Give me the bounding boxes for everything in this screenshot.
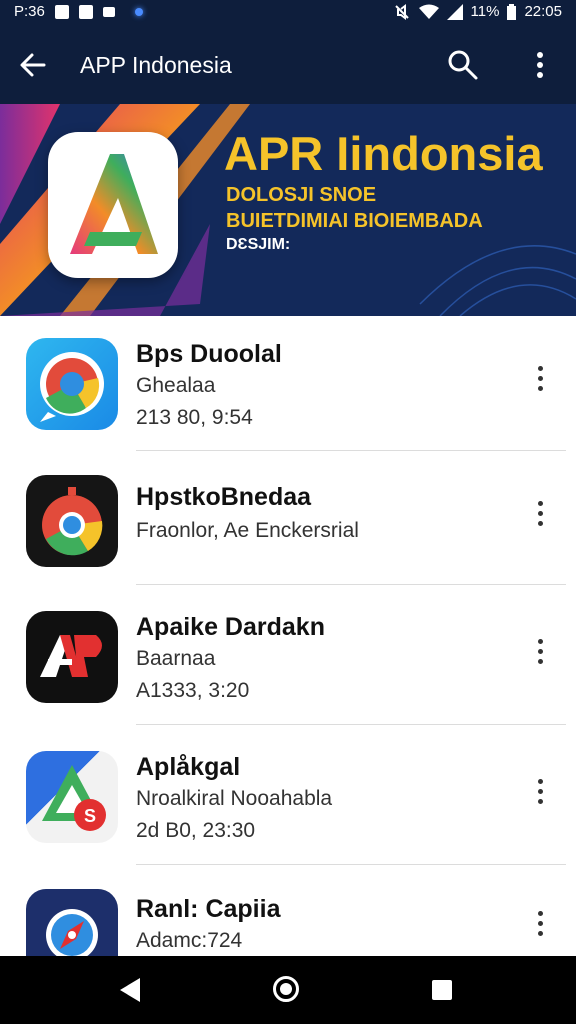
search-icon[interactable]: [446, 48, 480, 82]
drive-like-app-icon: S: [26, 751, 118, 843]
wifi-icon: [418, 4, 439, 19]
promo-banner[interactable]: APR Iindonsia DOLOSJI SNOE BUIETDIMIAI B…: [0, 104, 576, 316]
app-name: Aplåkgal: [136, 753, 241, 781]
chrome-app-icon: [26, 475, 118, 567]
list-item[interactable]: Apaike Dardakn Baarnaa A1333, 3:20: [0, 585, 576, 725]
app-name: Ranl: Capiia: [136, 895, 281, 923]
item-overflow-menu-icon[interactable]: [534, 777, 546, 807]
nav-home-icon[interactable]: [273, 976, 299, 1002]
app-subtitle: Fraonlor, Ae Enckersrial: [136, 519, 359, 542]
list-item[interactable]: S Aplåkgal Nroalkiral Nooahabla 2d B0, 2…: [0, 725, 576, 865]
app-subtitle: Nroalkiral Nooahabla: [136, 787, 333, 810]
ap-logo-app-icon: [26, 611, 118, 703]
app-name: Bps Duoolal: [136, 340, 282, 368]
list-item[interactable]: HpstkoBnedaa Fraonlor, Ae Enckersrial: [0, 451, 576, 585]
app-name: Apaike Dardakn: [136, 613, 325, 641]
app-meta: 213 80, 9:54: [136, 406, 253, 429]
app-name: HpstkoBnedaa: [136, 483, 312, 511]
notification-icon-2: [78, 4, 93, 19]
status-carrier-text: P:36: [14, 3, 45, 20]
page-title: APP Indonesia: [80, 52, 232, 78]
status-right: 11% 22:05: [393, 3, 562, 20]
app-meta: A1333, 3:20: [136, 679, 250, 702]
signal-icon: [446, 3, 463, 20]
banner-subtitle-2: BUIETDIMIAI BIOIEMBADA: [226, 210, 483, 232]
back-arrow-icon[interactable]: [16, 48, 50, 82]
banner-subtitle-3: DƐSJIM:: [226, 236, 291, 253]
app-logo-a-icon: [70, 154, 158, 254]
status-bar: P:36 11% 22:05: [0, 0, 576, 24]
list-item[interactable]: Ranl: Capiia Adamc:724: [0, 865, 576, 981]
mute-icon: [394, 3, 409, 20]
banner-subtitle-1: DOLOSJI SNOE: [226, 184, 377, 206]
overflow-menu-icon[interactable]: [528, 48, 552, 82]
battery-icon: [507, 3, 517, 20]
list-item[interactable]: Bps Duoolal Ghealaa 213 80, 9:54: [0, 316, 576, 451]
system-nav-bar: [0, 956, 576, 1024]
chrome-like-app-icon: [26, 338, 118, 430]
nav-recents-icon[interactable]: [432, 980, 452, 1000]
app-logo-tile: [48, 132, 178, 278]
app-meta: 2d B0, 23:30: [136, 819, 256, 842]
app-subtitle: Baarnaa: [136, 647, 216, 670]
app-subtitle: Ghealaa: [136, 374, 216, 397]
item-overflow-menu-icon[interactable]: [534, 909, 546, 939]
status-left: P:36: [14, 3, 143, 20]
item-overflow-menu-icon[interactable]: [534, 637, 546, 667]
battery-text: 11%: [470, 3, 500, 20]
banner-title: APR Iindonsia: [224, 127, 543, 180]
item-overflow-menu-icon[interactable]: [534, 499, 546, 529]
svg-text:S: S: [84, 806, 96, 826]
status-time: 22:05: [524, 3, 562, 20]
notification-icon-3: [102, 6, 115, 17]
status-dot-icon: [134, 7, 143, 16]
item-overflow-menu-icon[interactable]: [534, 364, 546, 394]
app-subtitle: Adamc:724: [136, 929, 243, 952]
app-bar: APP Indonesia: [0, 24, 576, 104]
notification-icon: [54, 4, 69, 19]
nav-back-icon[interactable]: [120, 978, 142, 1002]
